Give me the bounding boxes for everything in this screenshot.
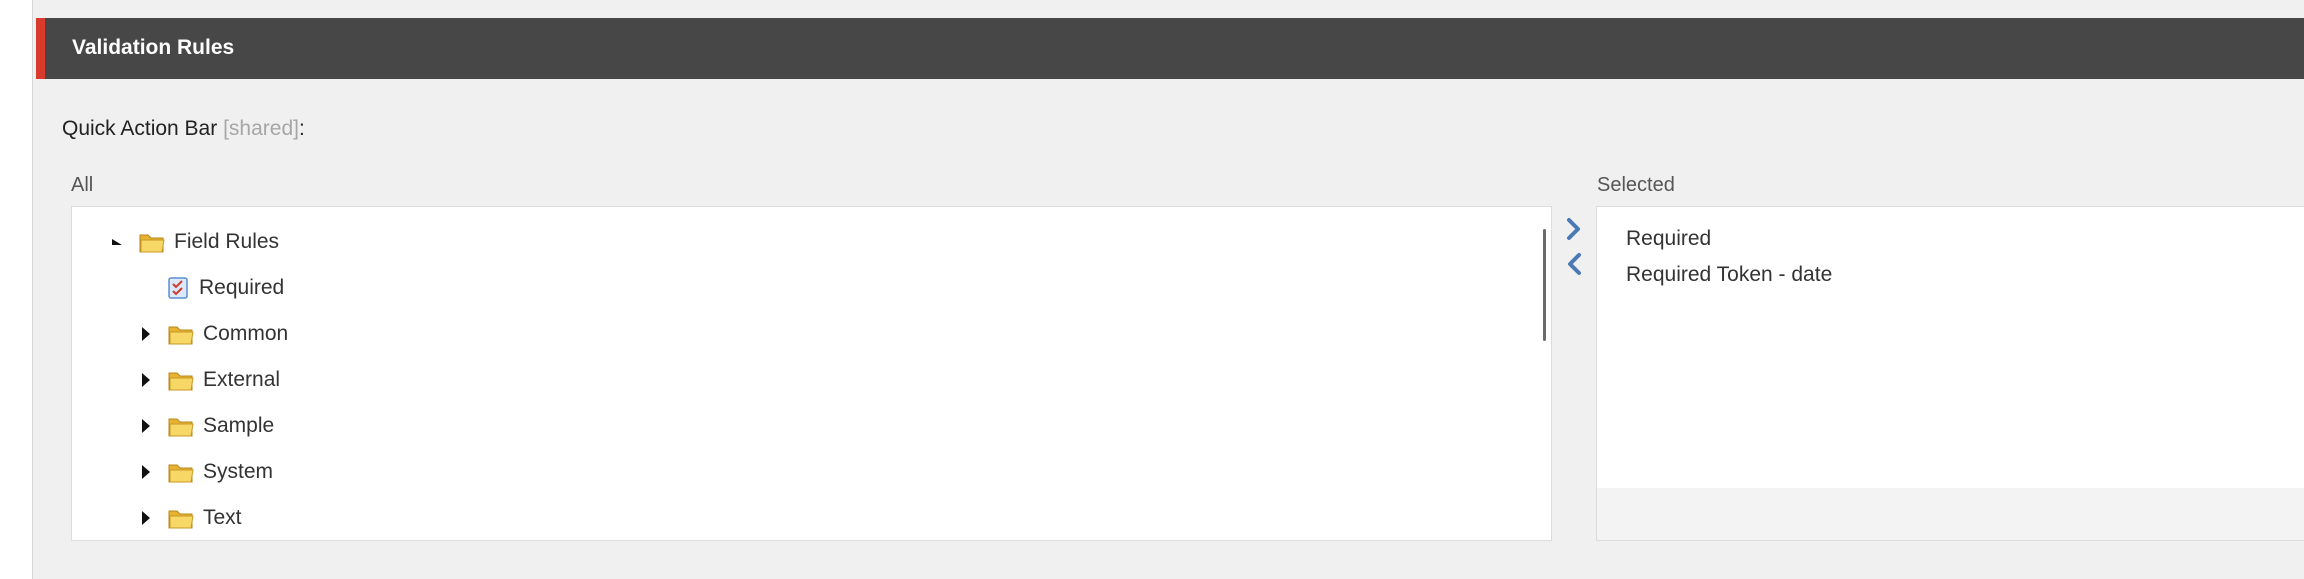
folder-icon <box>168 326 194 345</box>
selected-item-required[interactable]: Required <box>1626 227 1711 251</box>
tree-node-text[interactable]: Text <box>139 503 242 533</box>
expand-triangle-icon[interactable] <box>139 372 153 388</box>
expand-triangle-icon[interactable] <box>139 418 153 434</box>
section-title: Validation Rules <box>72 36 235 59</box>
remove-from-selected-arrow-icon[interactable] <box>1564 251 1584 277</box>
folder-icon <box>168 418 194 437</box>
tree-node-external[interactable]: External <box>139 365 280 395</box>
tree-node-label: Common <box>203 322 289 345</box>
tree-node-label: System <box>203 460 274 483</box>
tree-node-common[interactable]: Common <box>139 319 288 349</box>
tree-node-field-rules[interactable]: Field Rules <box>110 227 279 257</box>
folder-icon <box>168 510 194 529</box>
selected-item-required-token-date[interactable]: Required Token - date <box>1626 263 1832 287</box>
top-strip <box>33 0 2304 18</box>
left-rail <box>0 0 33 579</box>
section-header[interactable]: Validation Rules <box>36 18 2304 79</box>
tree-node-label: Required <box>199 276 285 299</box>
tree-node-sample[interactable]: Sample <box>139 411 274 441</box>
selected-list[interactable]: Required Required Token - date <box>1596 206 2304 541</box>
expand-triangle-icon[interactable] <box>139 326 153 342</box>
tree-node-label: External <box>203 368 281 391</box>
expand-triangle-icon[interactable] <box>139 510 153 526</box>
selected-list-footer <box>1597 488 2304 540</box>
scrollbar-thumb[interactable] <box>1543 229 1546 341</box>
field-label: Quick Action Bar [shared]: <box>62 117 305 141</box>
collapse-triangle-icon[interactable] <box>110 234 124 250</box>
folder-icon <box>168 464 194 483</box>
checklist-icon <box>168 277 188 299</box>
folder-icon <box>139 234 165 253</box>
tree-node-required[interactable]: Required <box>167 273 284 303</box>
selected-list-caption: Selected <box>1597 174 1675 196</box>
tree-node-system[interactable]: System <box>139 457 273 487</box>
tree-node-label: Field Rules <box>174 230 280 253</box>
all-list[interactable]: Field Rules Required Common External Sam… <box>71 206 1552 541</box>
tree-node-label: Sample <box>203 414 275 437</box>
field-colon: : <box>298 117 305 140</box>
add-to-selected-arrow-icon[interactable] <box>1564 216 1584 242</box>
shared-tag: [shared] <box>223 117 299 140</box>
field-name: Quick Action Bar <box>62 117 218 140</box>
tree-node-label: Text <box>203 506 242 529</box>
all-list-caption: All <box>71 174 94 196</box>
folder-icon <box>168 372 194 391</box>
expand-triangle-icon[interactable] <box>139 464 153 480</box>
